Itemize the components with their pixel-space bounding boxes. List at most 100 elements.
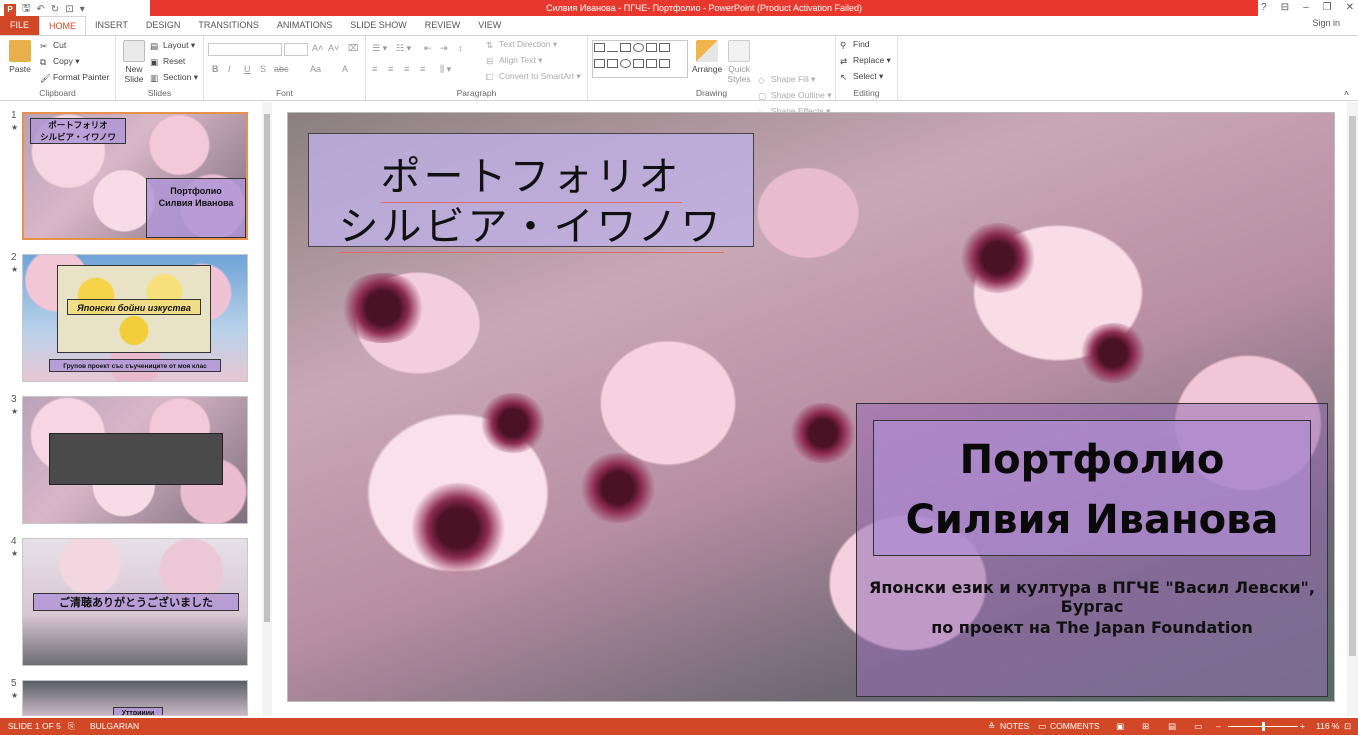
slide-thumbnail-2[interactable]: Японски бойни изкуства Групов проект със…	[22, 254, 248, 382]
tab-review[interactable]: REVIEW	[416, 16, 470, 35]
fit-slide-icon[interactable]: ⊡	[1344, 718, 1351, 735]
align-left-icon[interactable]: ≡	[372, 64, 377, 74]
shape-outline-button[interactable]: ▢ Shape Outline ▾	[758, 90, 832, 101]
paragraph-group-label: Paragraph	[456, 88, 497, 98]
format-painter-button[interactable]: 🖌 Format Painter	[40, 72, 109, 83]
reading-view-icon[interactable]: ▤	[1168, 718, 1176, 735]
layout-button[interactable]: ▤ Layout ▾	[150, 40, 195, 51]
tab-transitions[interactable]: TRANSITIONS	[189, 16, 268, 35]
japanese-title-box[interactable]: ポートフォリオ シルビア・イワノワ	[308, 133, 754, 253]
decrease-indent-icon[interactable]: ⇤	[424, 43, 432, 54]
decrease-font-icon[interactable]: A˅	[328, 43, 339, 53]
cursor-icon: ↖	[840, 71, 848, 82]
text-direction-button[interactable]: ⇅ Text Direction ▾	[486, 39, 557, 50]
restore-icon[interactable]: ❐	[1323, 0, 1332, 16]
columns-icon[interactable]: ⫼ ▾	[440, 64, 451, 75]
tab-slide-show[interactable]: SLIDE SHOW	[341, 16, 416, 35]
italic-button[interactable]: I	[228, 64, 231, 74]
font-name-field[interactable]	[208, 43, 282, 56]
replace-button[interactable]: ⇄ Replace ▾	[840, 55, 891, 66]
align-center-icon[interactable]: ≡	[388, 64, 393, 74]
zoom-in-icon[interactable]: +	[1300, 718, 1305, 735]
customize-toolbar-icon[interactable]: ▾	[80, 4, 85, 15]
bold-button[interactable]: B	[212, 64, 219, 74]
copy-icon: ⧉	[40, 56, 47, 67]
justify-icon[interactable]: ≡	[420, 64, 425, 74]
close-icon[interactable]: ✕	[1346, 0, 1354, 16]
japanese-name-text: シルビア・イワノワ	[338, 204, 724, 253]
main-title-box[interactable]: Портфолио Силвия Иванова	[873, 420, 1311, 556]
undo-icon[interactable]: ↶	[37, 4, 45, 15]
increase-font-icon[interactable]: A˄	[312, 43, 323, 53]
tab-view[interactable]: VIEW	[469, 16, 510, 35]
quick-styles-button[interactable]: Quick Styles	[724, 40, 754, 84]
font-size-field[interactable]	[284, 43, 308, 56]
flower-center-decoration	[958, 223, 1038, 293]
slide-thumbnail-3[interactable]	[22, 396, 248, 524]
slides-group-label: Slides	[147, 88, 172, 98]
zoom-out-icon[interactable]: –	[1216, 718, 1221, 735]
align-right-icon[interactable]: ≡	[404, 64, 409, 74]
slide-show-icon[interactable]: ▭	[1194, 718, 1202, 735]
increase-indent-icon[interactable]: ⇥	[440, 43, 448, 54]
shape-fill-button[interactable]: ◇ Shape Fill ▾	[758, 74, 815, 85]
tab-file[interactable]: FILE	[0, 16, 40, 35]
strikethrough-button[interactable]: abc	[274, 64, 289, 74]
shapes-gallery[interactable]	[592, 40, 688, 78]
slide-thumbnail-5[interactable]: Уттрииии	[22, 680, 248, 716]
redo-icon[interactable]: ↻	[51, 4, 59, 15]
zoom-slider-knob[interactable]	[1262, 722, 1265, 731]
thumbnail-scroll-thumb[interactable]	[264, 114, 270, 622]
paste-button[interactable]: Paste	[6, 40, 34, 74]
reset-button[interactable]: ▣ Reset	[150, 56, 185, 67]
numbering-icon[interactable]: ☷ ▾	[396, 43, 411, 54]
slide-scroll-thumb[interactable]	[1349, 116, 1356, 656]
tab-insert[interactable]: INSERT	[86, 16, 137, 35]
collapse-ribbon-icon[interactable]: ˄	[1344, 88, 1349, 98]
tab-home[interactable]: HOME	[39, 16, 87, 35]
smartart-icon: ⧠	[486, 71, 493, 82]
shadow-button[interactable]: S	[260, 64, 266, 74]
slide-scrollbar[interactable]	[1347, 102, 1358, 716]
convert-smartart-button[interactable]: ⧠ Convert to SmartArt ▾	[486, 71, 581, 82]
normal-view-icon[interactable]: ▣	[1116, 718, 1124, 735]
reset-icon: ▣	[150, 56, 159, 67]
thumb-jp-title: ポートフォリオ シルビア・イワノワ	[30, 118, 126, 144]
arrange-button[interactable]: Arrange	[692, 40, 722, 74]
binoculars-icon: ⚲	[840, 39, 847, 50]
start-from-beginning-icon[interactable]: ⊡	[65, 4, 73, 15]
subtitle-box[interactable]: Портфолио Силвия Иванова Японски език и …	[856, 403, 1328, 697]
copy-button[interactable]: ⧉ Copy ▾	[40, 56, 79, 67]
thumbnail-scrollbar[interactable]	[262, 102, 272, 716]
bullets-icon[interactable]: ☰ ▾	[372, 43, 387, 54]
slide-thumbnail-1[interactable]: ポートフォリオ シルビア・イワノワ Портфолио Силвия Ивано…	[22, 112, 248, 240]
slide-thumbnail-4[interactable]: ご清聴ありがとうございました	[22, 538, 248, 666]
spell-check-icon[interactable]: ⎘	[68, 718, 75, 735]
line-spacing-icon[interactable]: ↕	[458, 43, 463, 53]
change-case-button[interactable]: Aa	[310, 64, 321, 74]
sign-in-link[interactable]: Sign in	[1312, 18, 1340, 28]
slide-canvas[interactable]: ポートフォリオ シルビア・イワノワ Портфолио Силвия Ивано…	[287, 112, 1335, 702]
font-color-button[interactable]: A	[342, 64, 348, 74]
align-text-button[interactable]: ⊟ Align Text ▾	[486, 55, 542, 66]
help-icon[interactable]: ?	[1261, 0, 1267, 16]
select-button[interactable]: ↖ Select ▾	[840, 71, 883, 82]
cut-label: Cut	[53, 40, 67, 50]
zoom-level[interactable]: 116 %	[1316, 718, 1339, 735]
section-button[interactable]: ▥ Section ▾	[150, 72, 198, 83]
underline-button[interactable]: U	[244, 64, 251, 74]
tab-animations[interactable]: ANIMATIONS	[268, 16, 341, 35]
slide-sorter-icon[interactable]: ⊞	[1142, 718, 1149, 735]
tab-design[interactable]: DESIGN	[137, 16, 190, 35]
clipboard-group: Paste ✂ Cut ⧉ Copy ▾ 🖌 Format Painter Clipb…	[0, 36, 116, 100]
new-slide-button[interactable]: New Slide	[120, 40, 148, 84]
comments-button[interactable]: COMMENTS	[1050, 718, 1100, 735]
thumb-number: 3	[11, 394, 17, 405]
clear-formatting-icon[interactable]: ⌧	[348, 43, 358, 54]
language-indicator[interactable]: BULGARIAN	[90, 718, 139, 735]
find-button[interactable]: ⚲ Find	[840, 39, 870, 50]
cut-button[interactable]: ✂ Cut	[40, 40, 66, 51]
notes-button[interactable]: NOTES	[1000, 718, 1029, 735]
ribbon-display-options-icon[interactable]: ⊟	[1281, 0, 1289, 16]
minimize-icon[interactable]: –	[1303, 0, 1309, 16]
